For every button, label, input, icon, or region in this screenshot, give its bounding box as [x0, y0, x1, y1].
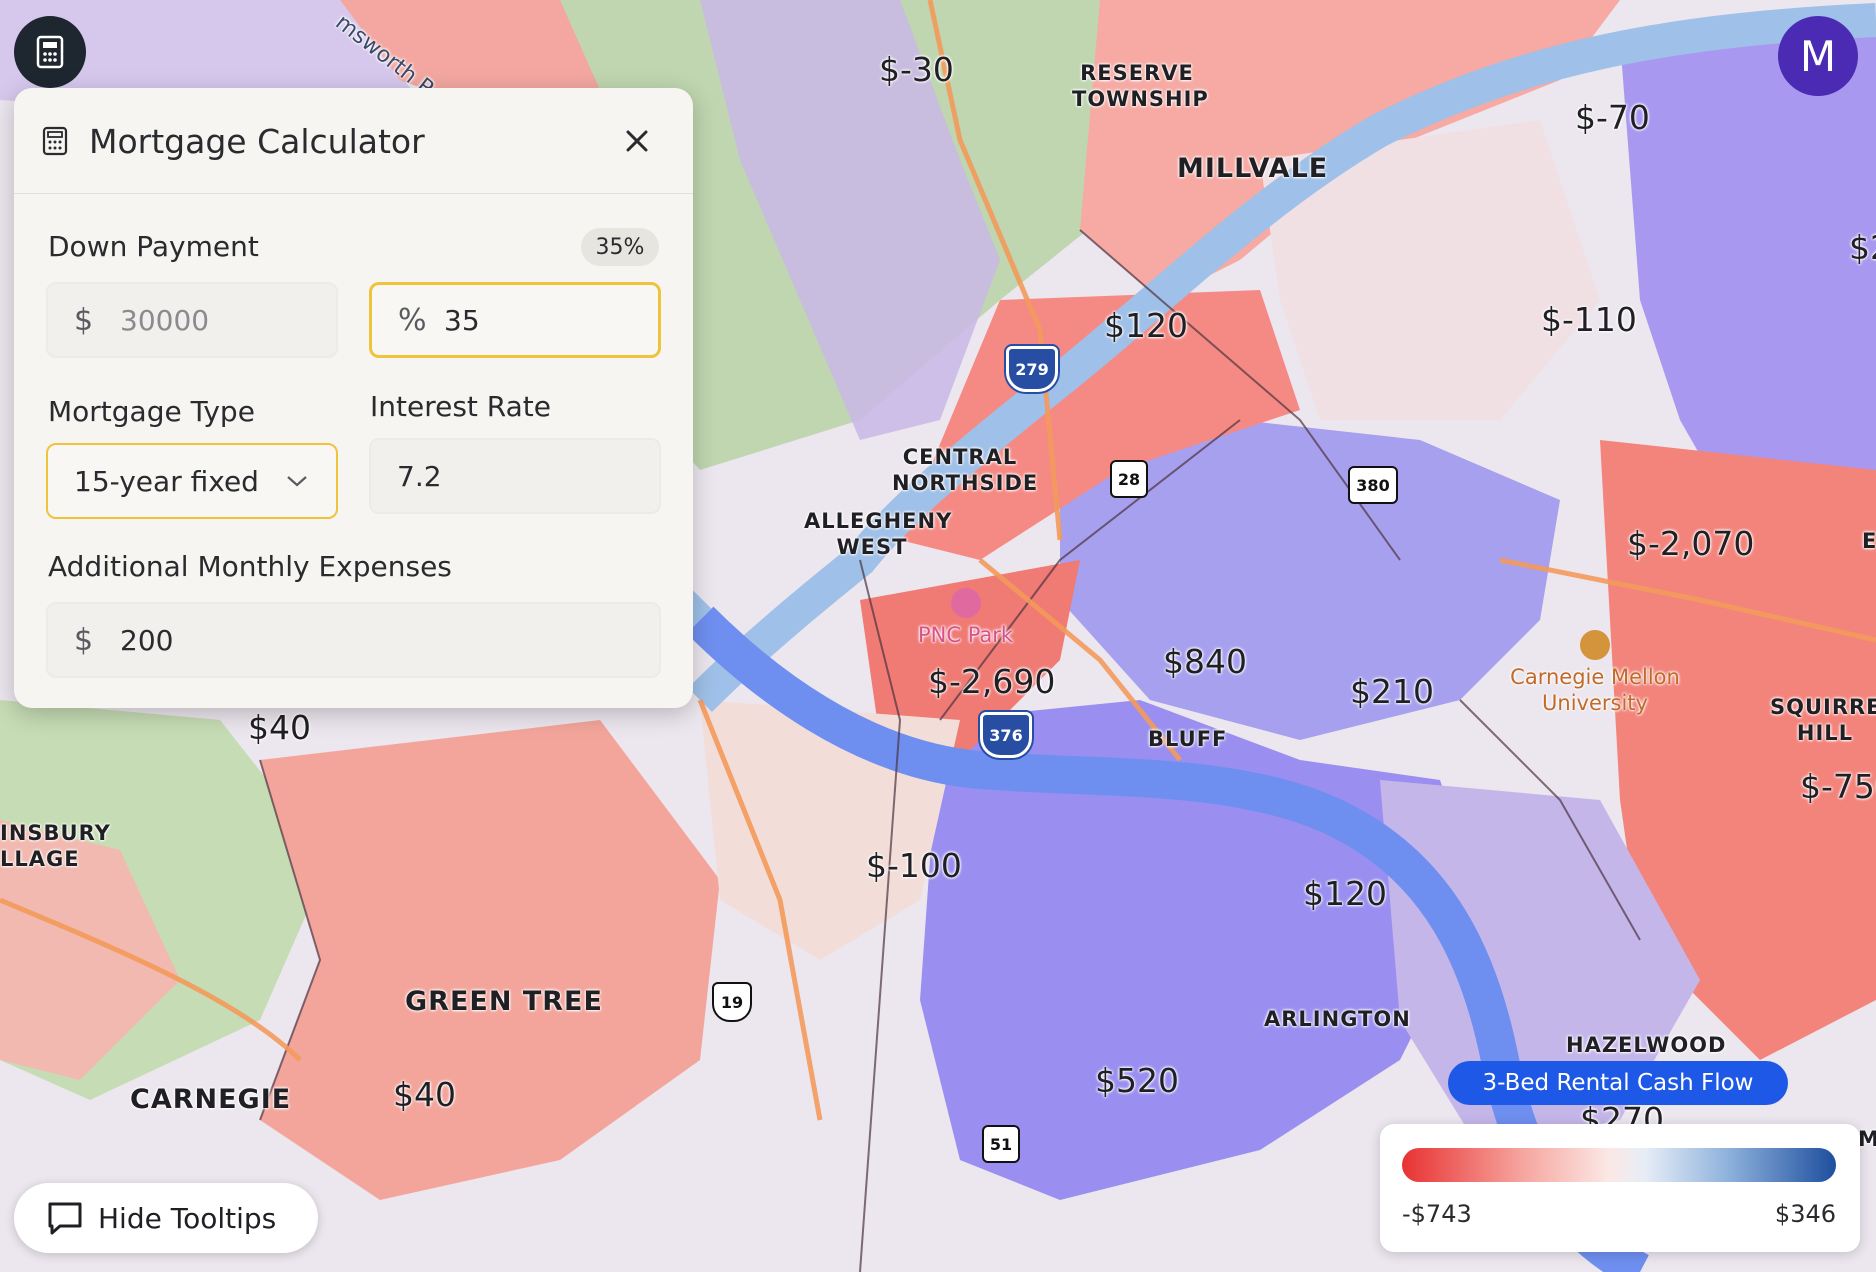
place-label: M	[1858, 1127, 1876, 1151]
price-label: $-2,070	[1627, 524, 1755, 563]
price-label: $120	[1104, 306, 1188, 345]
place-label: ALLEGHENY WEST	[804, 509, 953, 559]
dollar-prefix: $	[74, 622, 94, 658]
interest-rate-field[interactable]: 7.2	[369, 438, 661, 514]
legend-max-label: $346	[1774, 1200, 1836, 1228]
university-icon	[1580, 630, 1610, 660]
down-payment-amount-value: 30000	[120, 303, 210, 337]
place-label: HAZELWOOD	[1566, 1033, 1727, 1057]
price-label: $-2,690	[928, 662, 1056, 701]
place-label: CENTRAL NORTHSIDE	[892, 445, 1039, 495]
stadium-icon	[950, 588, 981, 618]
panel-title: Mortgage Calculator	[89, 122, 425, 161]
interest-rate-label: Interest Rate	[370, 390, 552, 423]
interstate-shield: 376	[980, 712, 1032, 758]
state-route-shield: 51	[982, 1125, 1020, 1163]
panel-header: Mortgage Calculator	[14, 88, 693, 194]
close-icon[interactable]	[622, 126, 652, 156]
legend-color-scale	[1402, 1148, 1836, 1182]
legend: -$743 $346	[1380, 1124, 1860, 1252]
mortgage-type-value: 15-year fixed	[74, 464, 259, 498]
legend-title: 3-Bed Rental Cash Flow	[1448, 1061, 1788, 1105]
mortgage-calculator-panel: Mortgage Calculator Down Payment 35% $ 3…	[14, 88, 693, 708]
additional-expenses-field[interactable]: $ 200	[46, 602, 661, 678]
speech-bubble-icon	[48, 1202, 82, 1235]
down-payment-percent-value: 35	[444, 303, 480, 337]
price-label: $2	[1849, 228, 1876, 267]
percent-prefix: %	[398, 302, 427, 338]
calculator-toggle-button[interactable]	[14, 16, 86, 88]
place-label: CARNEGIE	[130, 1084, 292, 1115]
chevron-down-icon	[287, 476, 307, 487]
price-label: $840	[1163, 642, 1247, 681]
legend-min-label: -$743	[1402, 1200, 1472, 1228]
place-label: GREEN TREE	[405, 986, 603, 1017]
down-payment-percent-badge: 35%	[581, 228, 659, 266]
price-label: $40	[248, 708, 311, 747]
poi-label[interactable]: PNC Park	[918, 588, 1013, 648]
price-label: $520	[1095, 1061, 1179, 1100]
interest-rate-value: 7.2	[397, 459, 442, 493]
state-route-shield: 28	[1110, 460, 1148, 498]
state-route-shield: 380	[1348, 466, 1398, 504]
price-label: $40	[393, 1075, 456, 1114]
price-label: $-100	[866, 846, 962, 885]
poi-name: Carnegie Mellon University	[1510, 665, 1680, 715]
avatar[interactable]: M	[1778, 16, 1858, 96]
place-label: BLUFF	[1148, 727, 1228, 751]
us-route-shield: 19	[712, 982, 752, 1022]
price-label: $-30	[879, 50, 954, 89]
place-label: MILLVALE	[1177, 153, 1329, 184]
calculator-icon	[36, 35, 64, 69]
interstate-shield: 279	[1006, 346, 1058, 392]
price-label: $-70	[1575, 98, 1650, 137]
place-label: SQUIRREL HILL	[1770, 695, 1876, 745]
price-label: $120	[1303, 874, 1387, 913]
place-label: E	[1862, 529, 1876, 553]
poi-name: PNC Park	[918, 623, 1014, 647]
down-payment-amount-field[interactable]: $ 30000	[46, 282, 338, 358]
hide-tooltips-label: Hide Tooltips	[98, 1201, 277, 1235]
additional-expenses-value: 200	[120, 623, 174, 657]
calculator-icon	[42, 126, 68, 156]
price-label: $210	[1350, 672, 1434, 711]
hide-tooltips-button[interactable]: Hide Tooltips	[14, 1183, 318, 1253]
price-label: $-110	[1541, 300, 1637, 339]
place-label: ARLINGTON	[1264, 1007, 1411, 1031]
place-label: RESERVE TOWNSHIP	[1072, 61, 1209, 111]
down-payment-label: Down Payment	[48, 230, 259, 263]
mortgage-type-select[interactable]: 15-year fixed	[46, 443, 338, 519]
price-label: $-750	[1800, 767, 1876, 806]
down-payment-percent-field[interactable]: % 35	[369, 282, 661, 358]
dollar-prefix: $	[74, 302, 94, 338]
additional-expenses-label: Additional Monthly Expenses	[48, 550, 452, 583]
mortgage-type-label: Mortgage Type	[48, 395, 255, 428]
poi-label[interactable]: Carnegie Mellon University	[1510, 630, 1680, 716]
place-label: INSBURY LLAGE	[0, 821, 111, 871]
